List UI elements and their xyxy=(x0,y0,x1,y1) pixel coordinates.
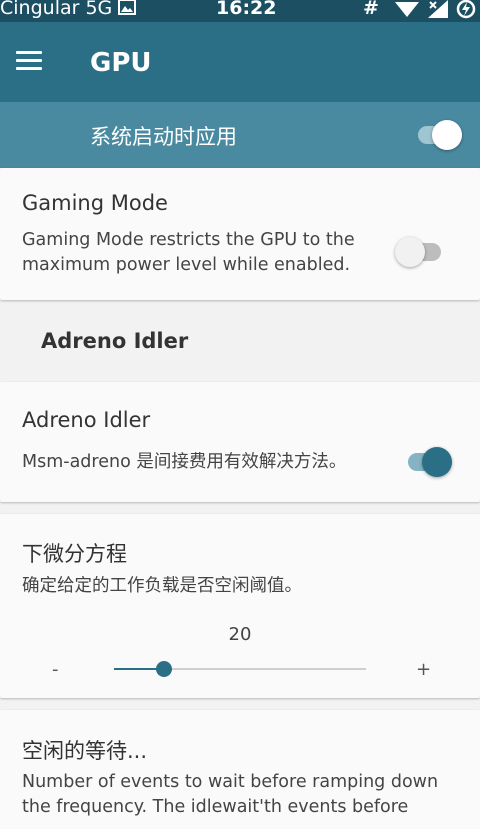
hamburger-menu-icon[interactable] xyxy=(16,51,42,71)
idle-wait-description-line2: the frequency. The idlewait'th events be… xyxy=(22,797,409,817)
idle-wait-description: Number of events to wait before ramping … xyxy=(22,770,480,820)
adreno-idler-title: Adreno Idler xyxy=(22,408,151,432)
section-header-adreno-idler: Adreno Idler xyxy=(41,329,189,353)
clock: 16:22 xyxy=(216,0,277,19)
adreno-idler-card[interactable]: Adreno Idler Msm-adreno 是间接费用有效解决方法。 xyxy=(0,382,480,502)
slider-increase-button[interactable]: + xyxy=(416,659,431,680)
differential-card: 下微分方程 确定给定的工作负载是否空闲阈值。 20 - + xyxy=(0,514,480,698)
page-title: GPU xyxy=(90,48,152,78)
differential-description: 确定给定的工作负载是否空闲阈值。 xyxy=(22,576,302,596)
gaming-mode-description-line2: maximum power level while enabled. xyxy=(22,255,351,275)
status-bar: Cingular 5G 16:22 # xyxy=(0,0,480,22)
apply-on-boot-row[interactable]: 系统启动时应用 xyxy=(0,102,480,168)
cellular-no-data-icon xyxy=(428,0,448,18)
idle-wait-description-line1: Number of events to wait before ramping … xyxy=(22,772,439,792)
gaming-mode-description: Gaming Mode restricts the GPU to the max… xyxy=(22,228,392,278)
hash-indicator: # xyxy=(363,0,379,19)
battery-charging-icon xyxy=(456,0,476,19)
slider-decrease-button[interactable]: - xyxy=(52,659,59,680)
idle-wait-title: 空闲的等待... xyxy=(22,739,148,763)
differential-slider[interactable] xyxy=(114,661,366,677)
wifi-icon xyxy=(395,2,419,17)
image-notification-icon xyxy=(118,0,136,15)
app-bar: GPU xyxy=(0,22,480,102)
apply-on-boot-label: 系统启动时应用 xyxy=(90,125,237,149)
adreno-idler-description: Msm-adreno 是间接费用有效解决方法。 xyxy=(22,452,347,472)
slider-thumb[interactable] xyxy=(156,661,173,677)
carrier-name: Cingular 5G xyxy=(0,0,113,19)
differential-title: 下微分方程 xyxy=(22,542,127,566)
gaming-mode-description-line1: Gaming Mode restricts the GPU to the xyxy=(22,230,355,250)
gaming-mode-title: Gaming Mode xyxy=(22,191,168,215)
differential-value: 20 xyxy=(228,624,252,645)
idle-wait-card[interactable]: 空闲的等待... Number of events to wait before… xyxy=(0,710,480,829)
gaming-mode-card[interactable]: Gaming Mode Gaming Mode restricts the GP… xyxy=(0,168,480,300)
